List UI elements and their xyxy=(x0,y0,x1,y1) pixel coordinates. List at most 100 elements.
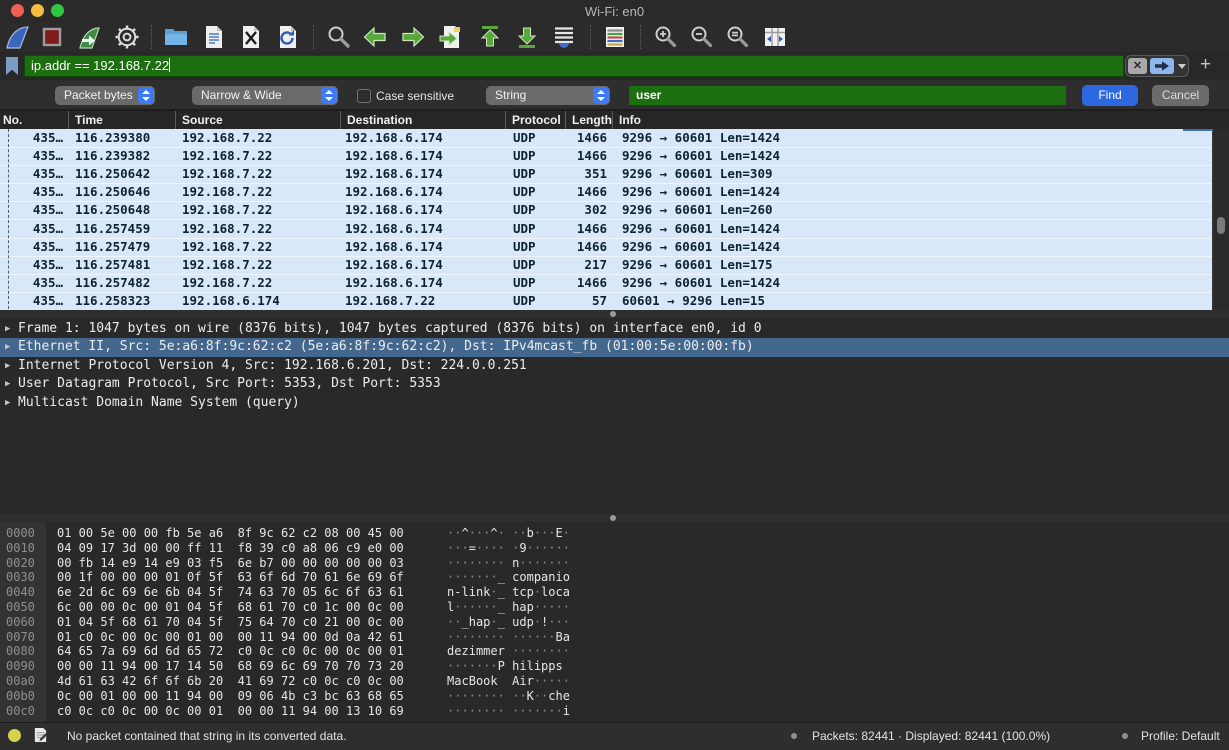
go-to-packet-icon[interactable] xyxy=(438,24,464,50)
pane-splitter[interactable] xyxy=(0,310,1229,318)
capture-comment-icon[interactable] xyxy=(33,727,48,744)
cancel-button[interactable]: Cancel xyxy=(1152,85,1209,106)
close-file-icon[interactable] xyxy=(238,24,264,50)
hex-row[interactable]: 00406e 2d 6c 69 6e 6b 04 5f 74 63 70 05 … xyxy=(0,585,1229,600)
hex-row[interactable]: 00c0c0 0c c0 0c 00 0c 00 01 00 00 11 94 … xyxy=(0,704,1229,719)
zoom-in-icon[interactable] xyxy=(652,24,678,50)
packet-counts: Packets: 82441 · Displayed: 82441 (100.0… xyxy=(812,729,1050,743)
packet-row[interactable]: 435…116.257479192.168.7.22192.168.6.174U… xyxy=(0,238,1213,257)
hex-row[interactable]: 0060 01 04 5f 68 61 70 04 5f 75 64 70 c0 … xyxy=(0,615,1229,630)
open-file-icon[interactable] xyxy=(163,24,189,50)
capture-options-icon[interactable] xyxy=(114,24,140,50)
go-first-icon[interactable] xyxy=(477,24,503,50)
expand-triangle-icon[interactable]: ▶ xyxy=(5,320,10,338)
hex-offset: 0070 xyxy=(6,630,35,645)
detail-row[interactable]: ▶Frame 1: 1047 bytes on wire (8376 bits)… xyxy=(0,320,1229,338)
packet-row[interactable]: 435…116.250646192.168.7.22192.168.6.174U… xyxy=(0,183,1213,202)
packet-list-scrollbar[interactable] xyxy=(1212,129,1229,310)
detail-row[interactable]: ▶Internet Protocol Version 4, Src: 192.1… xyxy=(0,357,1229,375)
find-button[interactable]: Find xyxy=(1082,85,1138,106)
packet-row[interactable]: 435…116.257481192.168.7.22192.168.6.174U… xyxy=(0,256,1213,275)
packet-row[interactable]: 435…116.250642192.168.7.22192.168.6.174U… xyxy=(0,165,1213,184)
cell-length: 302 xyxy=(565,201,607,219)
expand-triangle-icon[interactable]: ▶ xyxy=(5,338,10,356)
search-scope-select[interactable]: Packet bytes xyxy=(55,86,155,105)
capture-start-icon[interactable] xyxy=(4,24,30,50)
cell-time: 116.239380 xyxy=(75,129,175,147)
packet-details-pane[interactable]: ▶Frame 1: 1047 bytes on wire (8376 bits)… xyxy=(0,318,1229,514)
column-header-destination[interactable]: Destination xyxy=(340,111,505,129)
go-last-icon[interactable] xyxy=(514,24,540,50)
detail-row[interactable]: ▶Multicast Domain Name System (query) xyxy=(0,394,1229,412)
filter-apply-button[interactable] xyxy=(1150,58,1174,74)
cell-info: 60601 → 9296 Len=15 xyxy=(622,292,1207,310)
search-type-select[interactable]: String xyxy=(486,86,610,105)
hex-row[interactable]: 000001 00 5e 00 00 fb 5e a6 8f 9c 62 c2 … xyxy=(0,526,1229,541)
expand-triangle-icon[interactable]: ▶ xyxy=(5,375,10,393)
hex-offset: 0060 xyxy=(6,615,35,630)
filter-action-group: ✕ xyxy=(1125,55,1189,77)
zoom-reset-icon[interactable] xyxy=(724,24,750,50)
hex-row[interactable]: 001004 09 17 3d 00 00 ff 11 f8 39 c0 a8 … xyxy=(0,541,1229,556)
filter-bookmark-icon[interactable] xyxy=(3,56,21,76)
cell-source: 192.168.7.22 xyxy=(182,201,332,219)
go-forward-icon[interactable] xyxy=(400,24,426,50)
column-header-no[interactable]: No. xyxy=(0,111,68,129)
column-header-source[interactable]: Source xyxy=(175,111,340,129)
hex-row[interactable]: 002000 fb 14 e9 14 e9 03 f5 6e b7 00 00 … xyxy=(0,556,1229,571)
go-back-icon[interactable] xyxy=(362,24,388,50)
resize-columns-icon[interactable] xyxy=(762,24,788,50)
expand-triangle-icon[interactable]: ▶ xyxy=(5,394,10,412)
column-header-info[interactable]: Info xyxy=(612,111,1213,129)
expand-triangle-icon[interactable]: ▶ xyxy=(5,357,10,375)
hex-bytes: 01 00 5e 00 00 fb 5e a6 8f 9c 62 c2 08 0… xyxy=(57,526,404,541)
auto-scroll-icon[interactable] xyxy=(551,24,577,50)
case-sensitive-checkbox[interactable] xyxy=(357,89,371,103)
display-filter-input[interactable]: ip.addr == 192.168.7.22 xyxy=(24,55,1124,77)
column-header-time[interactable]: Time xyxy=(68,111,175,129)
find-packet-icon[interactable] xyxy=(325,24,351,50)
packet-row[interactable]: 435…116.258323192.168.6.174192.168.7.22U… xyxy=(0,292,1213,311)
packet-row[interactable]: 435…116.250648192.168.7.22192.168.6.174U… xyxy=(0,201,1213,220)
hex-row[interactable]: 008064 65 7a 69 6d 6d 65 72 c0 0c c0 0c … xyxy=(0,644,1229,659)
find-input[interactable]: user xyxy=(629,86,1066,105)
detail-row[interactable]: ▶User Datagram Protocol, Src Port: 5353,… xyxy=(0,375,1229,393)
filter-clear-button[interactable]: ✕ xyxy=(1128,58,1147,74)
hex-row[interactable]: 007001 c0 0c 00 0c 00 01 00 00 11 94 00 … xyxy=(0,630,1229,645)
cell-protocol: UDP xyxy=(513,165,558,183)
column-header-length[interactable]: Length xyxy=(565,111,612,129)
packet-row[interactable]: 435…116.239380192.168.7.22192.168.6.174U… xyxy=(0,129,1213,148)
hex-row[interactable]: 00a04d 61 63 42 6f 6f 6b 20 41 69 72 c0 … xyxy=(0,674,1229,689)
column-header-protocol[interactable]: Protocol xyxy=(505,111,565,129)
pane-splitter[interactable] xyxy=(0,514,1229,522)
colorize-packets-icon[interactable] xyxy=(602,24,628,50)
zoom-out-icon[interactable] xyxy=(688,24,714,50)
detail-row-selected[interactable]: ▶Ethernet II, Src: 5e:a6:8f:9c:62:c2 (5e… xyxy=(0,338,1229,356)
hex-row[interactable]: 00506c 00 00 0c 00 01 04 5f 68 61 70 c0 … xyxy=(0,600,1229,615)
cell-destination: 192.168.6.174 xyxy=(345,274,495,292)
hex-ascii: ·······_ companio xyxy=(447,570,570,585)
expert-info-icon[interactable] xyxy=(8,729,21,742)
cell-no: 435… xyxy=(0,129,63,147)
scrollbar-thumb[interactable] xyxy=(1217,217,1225,234)
packet-row[interactable]: 435…116.239382192.168.7.22192.168.6.174U… xyxy=(0,147,1213,166)
profile-indicator[interactable]: Profile: Default xyxy=(1141,729,1220,743)
hex-row[interactable]: 009000 00 11 94 00 17 14 50 68 69 6c 69 … xyxy=(0,659,1229,674)
filter-add-button[interactable]: + xyxy=(1200,54,1211,76)
save-file-icon[interactable] xyxy=(201,24,227,50)
hex-bytes: 01 04 5f 68 61 70 04 5f 75 64 70 c0 21 0… xyxy=(57,615,404,630)
hex-row[interactable]: 003000 1f 00 00 00 01 0f 5f 63 6f 6d 70 … xyxy=(0,570,1229,585)
search-width-select[interactable]: Narrow & Wide xyxy=(192,86,338,105)
display-filter-text: ip.addr == 192.168.7.22 xyxy=(31,56,169,76)
cell-time: 116.257459 xyxy=(75,220,175,238)
capture-restart-icon[interactable] xyxy=(76,24,102,50)
hex-ascii: ········ n······· xyxy=(447,556,570,571)
filter-dropdown-caret[interactable] xyxy=(1178,64,1186,69)
hex-row[interactable]: 00b00c 00 01 00 00 11 94 00 09 06 4b c3 … xyxy=(0,689,1229,704)
packet-row[interactable]: 435…116.257459192.168.7.22192.168.6.174U… xyxy=(0,220,1213,239)
packet-list[interactable]: 435…116.258323192.168.6.174192.168.7.22U… xyxy=(0,129,1229,310)
packet-row[interactable]: 435…116.257482192.168.7.22192.168.6.174U… xyxy=(0,274,1213,293)
reload-file-icon[interactable] xyxy=(275,24,301,50)
packet-bytes-pane[interactable]: 000001 00 5e 00 00 fb 5e a6 8f 9c 62 c2 … xyxy=(0,522,1229,722)
capture-stop-icon[interactable] xyxy=(39,24,65,50)
